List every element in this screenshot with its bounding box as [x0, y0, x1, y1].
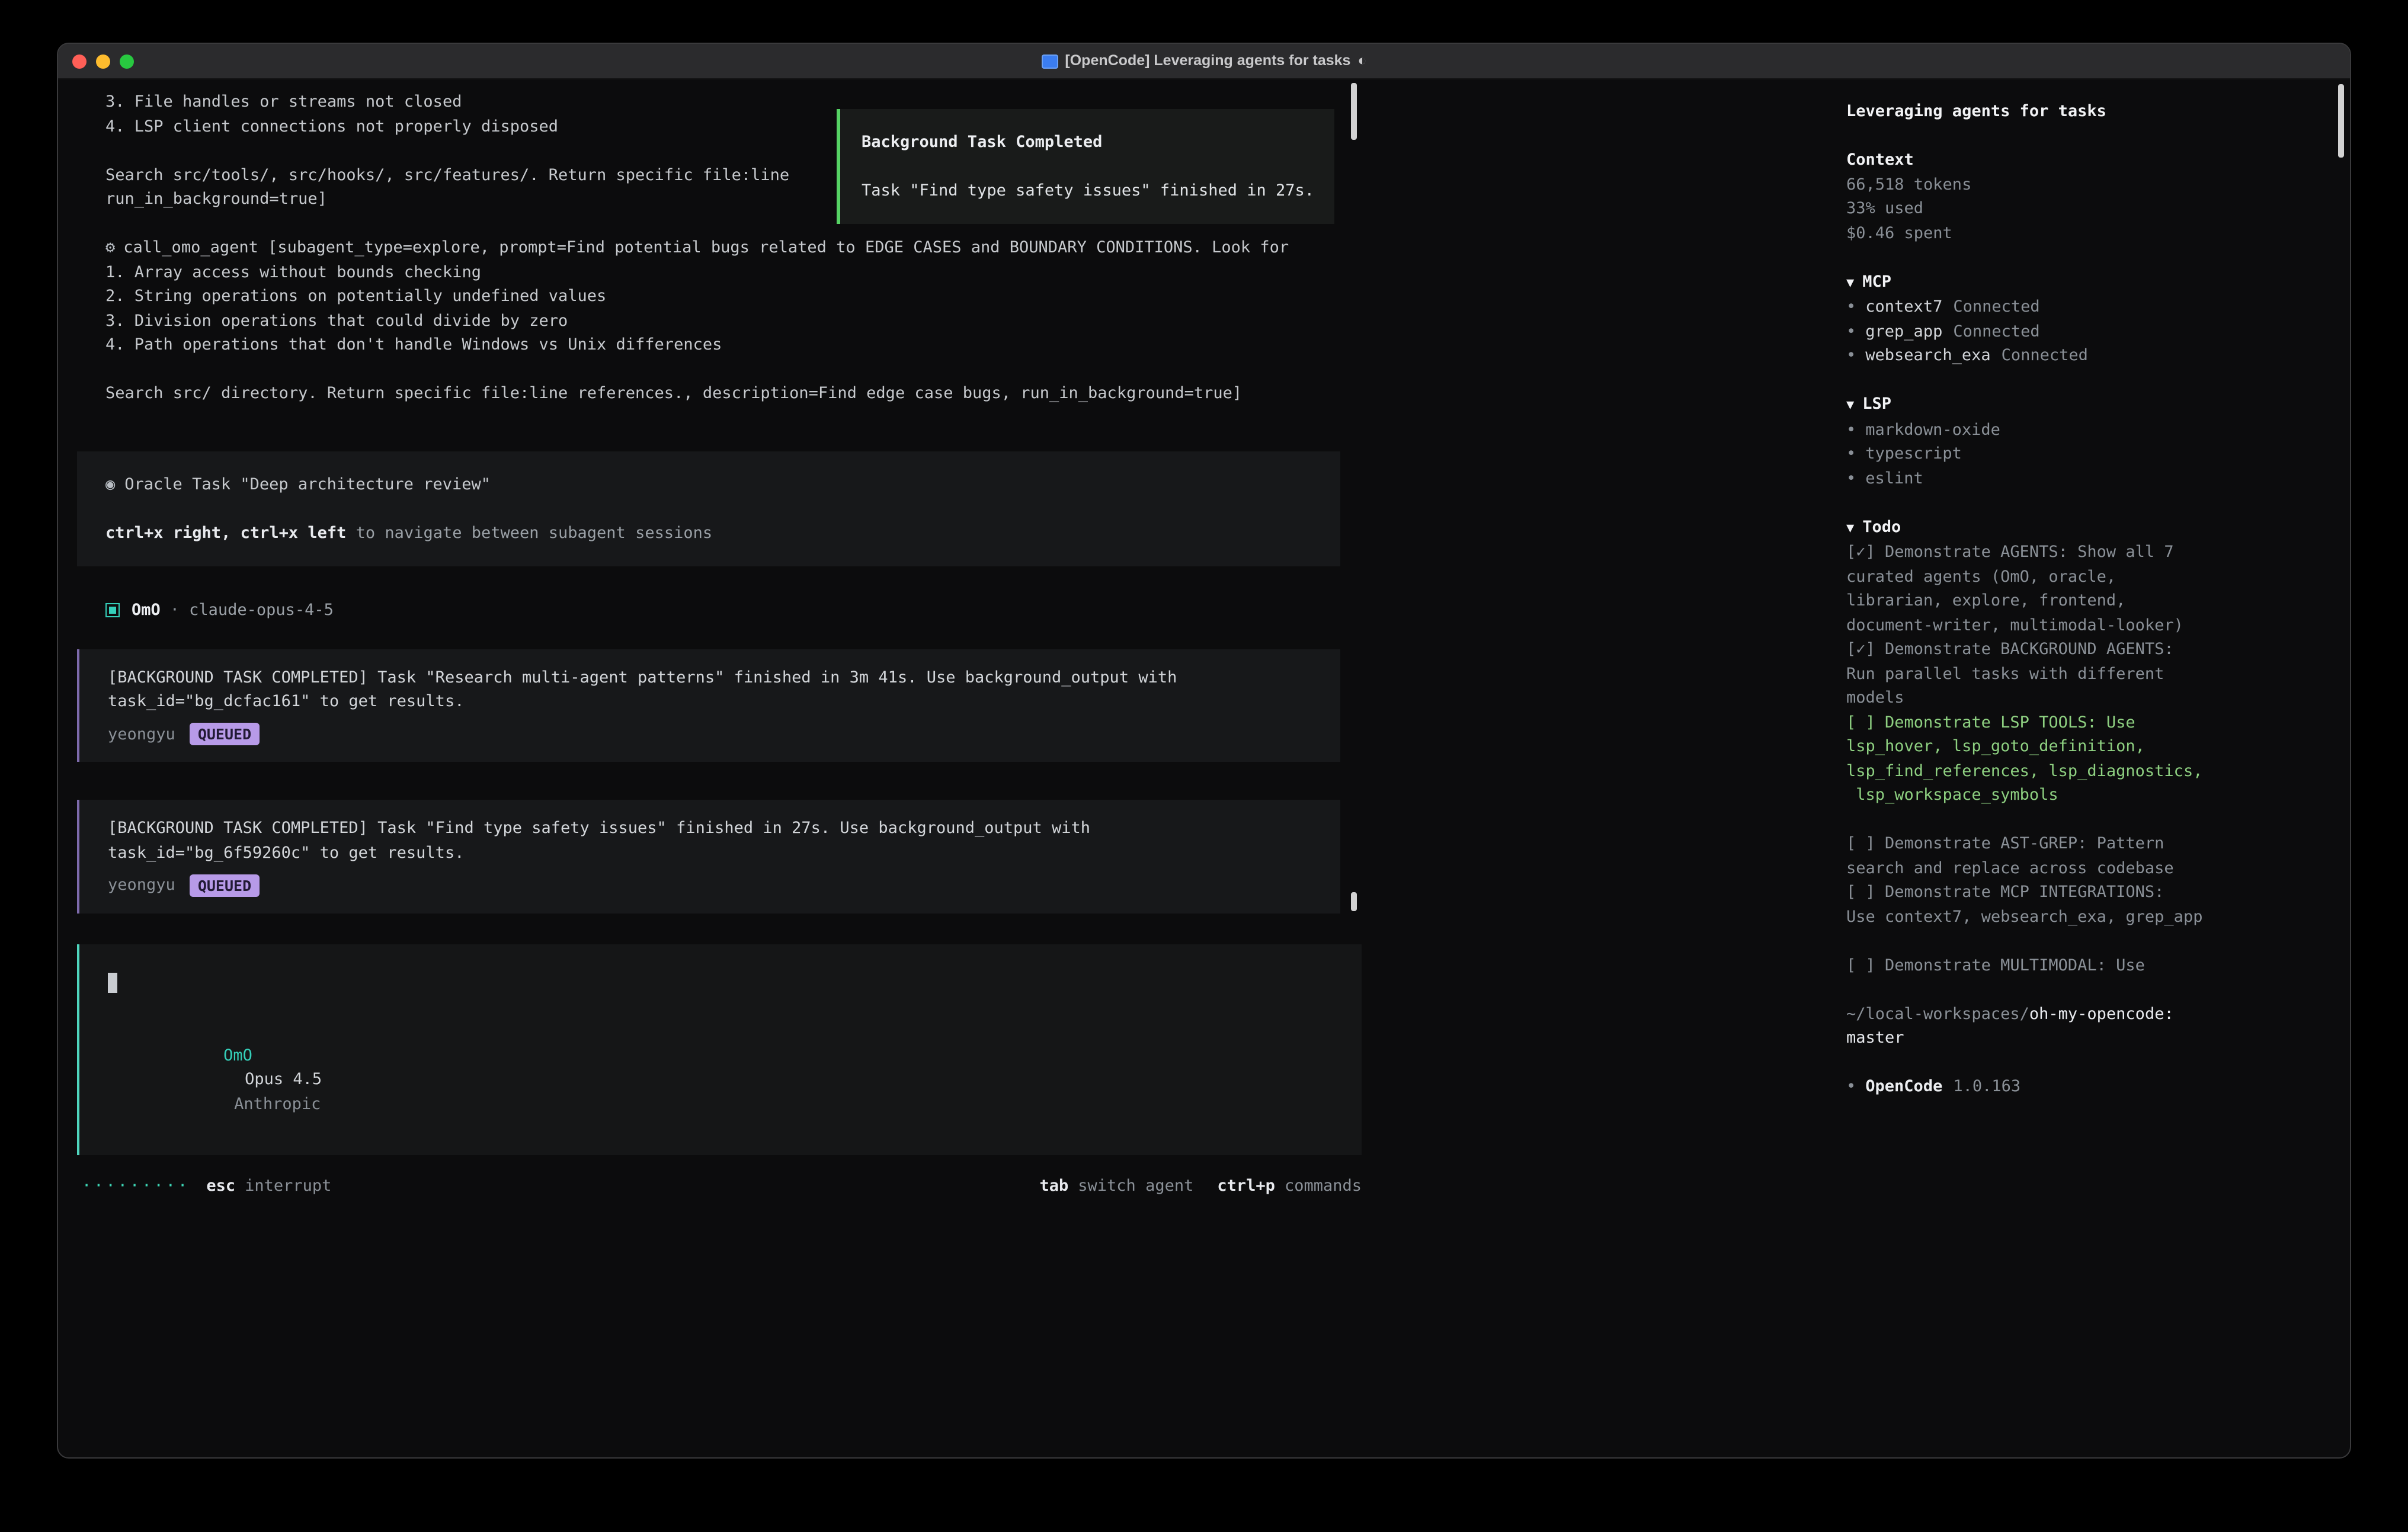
todo-item-done: [✓] Demonstrate BACKGROUND AGENTS: Run p… — [1846, 637, 2314, 710]
todo-section-header[interactable]: ▼Todo — [1846, 515, 2314, 540]
mcp-item: •context7Connected — [1846, 295, 2314, 319]
workspace-path: ~/local-workspaces/oh-my-opencode: — [1846, 1002, 2314, 1026]
chat-scrollbar-thumb[interactable] — [1351, 83, 1357, 140]
session-sidebar: Leveraging agents for tasks Context 66,5… — [1825, 79, 2350, 1459]
traffic-lights — [72, 44, 134, 78]
bullet-icon: • — [1846, 346, 1856, 365]
session-state-icon: ◐ — [1357, 49, 1366, 73]
collapse-icon: ▼ — [1846, 520, 1854, 535]
collapse-icon: ▼ — [1846, 397, 1854, 412]
maximize-button[interactable] — [120, 54, 134, 68]
context-heading: Context — [1846, 148, 2314, 172]
context-tokens: 66,518 tokens — [1846, 172, 2314, 197]
active-agent-label: OmO — [223, 1046, 252, 1065]
agent-model: claude-opus-4-5 — [189, 598, 334, 623]
terminal-window: [OpenCode] Leveraging agents for tasks ◐… — [57, 43, 2351, 1459]
ctrlp-key-label: commands — [1285, 1176, 1362, 1195]
tool-call-line: ⚙ call_omo_agent [subagent_type=explore, … — [105, 236, 1366, 260]
terminal-line: Search src/ directory. Return specific f… — [105, 382, 1366, 406]
context-used: 33% used — [1846, 197, 2314, 221]
message-text: [BACKGROUND TASK COMPLETED] Task "Find t… — [108, 816, 1312, 841]
mcp-section-header[interactable]: ▼MCP — [1846, 270, 2314, 295]
shortcut-keys: ctrl+x right, ctrl+x left — [105, 523, 346, 542]
message-block: [BACKGROUND TASK COMPLETED] Task "Find t… — [77, 800, 1340, 913]
message-author: yeongyu — [108, 873, 175, 898]
sidebar-scrollbar-thumb[interactable] — [2338, 84, 2344, 158]
text-cursor — [108, 972, 117, 992]
provider-label: Anthropic — [234, 1094, 321, 1113]
chat-column: 3. File handles or streams not closed 4.… — [58, 79, 1366, 1459]
esc-key-label: interrupt — [245, 1174, 331, 1198]
collapse-icon: ▼ — [1846, 274, 1854, 290]
separator-dot: · — [170, 598, 180, 623]
message-block: [BACKGROUND TASK COMPLETED] Task "Resear… — [77, 649, 1340, 762]
spinner-dots: ········· — [82, 1174, 190, 1198]
oracle-task-title: Oracle Task "Deep architecture review" — [124, 475, 491, 493]
opencode-version: 1.0.163 — [1953, 1077, 2020, 1096]
tab-key-hint: tab — [1040, 1176, 1069, 1195]
minimize-button[interactable] — [96, 54, 110, 68]
bullet-icon: • — [1846, 420, 1856, 439]
active-model-label: Opus 4.5 — [245, 1070, 322, 1089]
message-text: task_id="bg_6f59260c" to get results. — [108, 841, 1312, 865]
ctrlp-key-hint: ctrl+p — [1217, 1176, 1275, 1195]
context-spent: $0.46 spent — [1846, 221, 2314, 245]
lsp-item: •typescript — [1846, 442, 2314, 466]
terminal-blank-line — [105, 357, 1366, 382]
terminal-line: 4. Path operations that don't handle Win… — [105, 333, 1366, 357]
todo-item-pending: [ ] Demonstrate MULTIMODAL: Use — [1846, 953, 2314, 977]
tool-call-text: call_omo_agent [subagent_type=explore, p… — [123, 238, 1289, 257]
message-text: [BACKGROUND TASK COMPLETED] Task "Resear… — [108, 665, 1312, 690]
session-title: Leveraging agents for tasks — [1846, 100, 2314, 124]
gear-icon: ⚙ — [105, 238, 115, 257]
mcp-item: •websearch_exaConnected — [1846, 344, 2314, 368]
toast-title: Background Task Completed — [862, 130, 1313, 155]
window-titlebar[interactable]: [OpenCode] Leveraging agents for tasks ◐ — [58, 44, 2350, 79]
lsp-item: •eslint — [1846, 466, 2314, 491]
message-author: yeongyu — [108, 722, 175, 746]
desktop: [OpenCode] Leveraging agents for tasks ◐… — [0, 0, 2408, 1532]
bullet-icon: • — [1846, 469, 1856, 488]
window-title: [OpenCode] Leveraging agents for tasks — [1065, 49, 1350, 73]
agent-square-icon — [105, 604, 120, 618]
lsp-section-header[interactable]: ▼LSP — [1846, 392, 2314, 418]
agent-header: OmO · claude-opus-4-5 — [105, 598, 1366, 623]
mcp-item: •grep_appConnected — [1846, 319, 2314, 344]
terminal-line: 3. Division operations that could divide… — [105, 309, 1366, 333]
toast-body: Task "Find type safety issues" finished … — [862, 179, 1313, 203]
bullet-icon: • — [1846, 444, 1856, 463]
close-button[interactable] — [72, 54, 87, 68]
agent-name: OmO — [132, 598, 161, 623]
bullet-icon: • — [1846, 1077, 1856, 1096]
esc-key-hint: esc — [206, 1174, 235, 1198]
workspace-branch: master — [1846, 1026, 2314, 1050]
fisheye-icon: ◉ — [105, 475, 115, 493]
version-line: • OpenCode 1.0.163 — [1846, 1075, 2314, 1099]
status-badge: QUEUED — [190, 723, 260, 746]
background-task-toast[interactable]: Background Task Completed Task "Find typ… — [837, 109, 1334, 223]
todo-item-done: [✓] Demonstrate AGENTS: Show all 7 curat… — [1846, 540, 2314, 637]
todo-item-pending: [ ] Demonstrate MCP INTEGRATIONS: Use co… — [1846, 880, 2314, 929]
chat-scrollbar-thumb[interactable] — [1351, 892, 1357, 911]
status-bar: ········· esc interrupt tabswitch agent … — [82, 1174, 1362, 1198]
message-text: task_id="bg_dcfac161" to get results. — [108, 690, 1312, 714]
bullet-icon: • — [1846, 322, 1856, 341]
todo-item-current: [ ] Demonstrate LSP TOOLS: Use lsp_hover… — [1846, 710, 2314, 807]
status-badge: QUEUED — [190, 874, 260, 897]
oracle-task-panel: ◉Oracle Task "Deep architecture review" … — [77, 451, 1340, 566]
bullet-icon: • — [1846, 297, 1856, 316]
model-line: OmO Opus 4.5 Anthropic — [108, 1019, 1333, 1140]
app-icon — [1041, 54, 1058, 68]
terminal-line: 2. String operations on potentially unde… — [105, 284, 1366, 309]
lsp-item: •markdown-oxide — [1846, 418, 2314, 442]
opencode-brand: OpenCode — [1865, 1077, 1942, 1096]
shortcut-hint: to navigate between subagent sessions — [346, 523, 712, 542]
prompt-input[interactable]: OmO Opus 4.5 Anthropic — [77, 944, 1362, 1155]
todo-item-pending: [ ] Demonstrate AST-GREP: Pattern search… — [1846, 832, 2314, 880]
terminal-line: 1. Array access without bounds checking — [105, 260, 1366, 284]
tab-key-label: switch agent — [1078, 1176, 1193, 1195]
